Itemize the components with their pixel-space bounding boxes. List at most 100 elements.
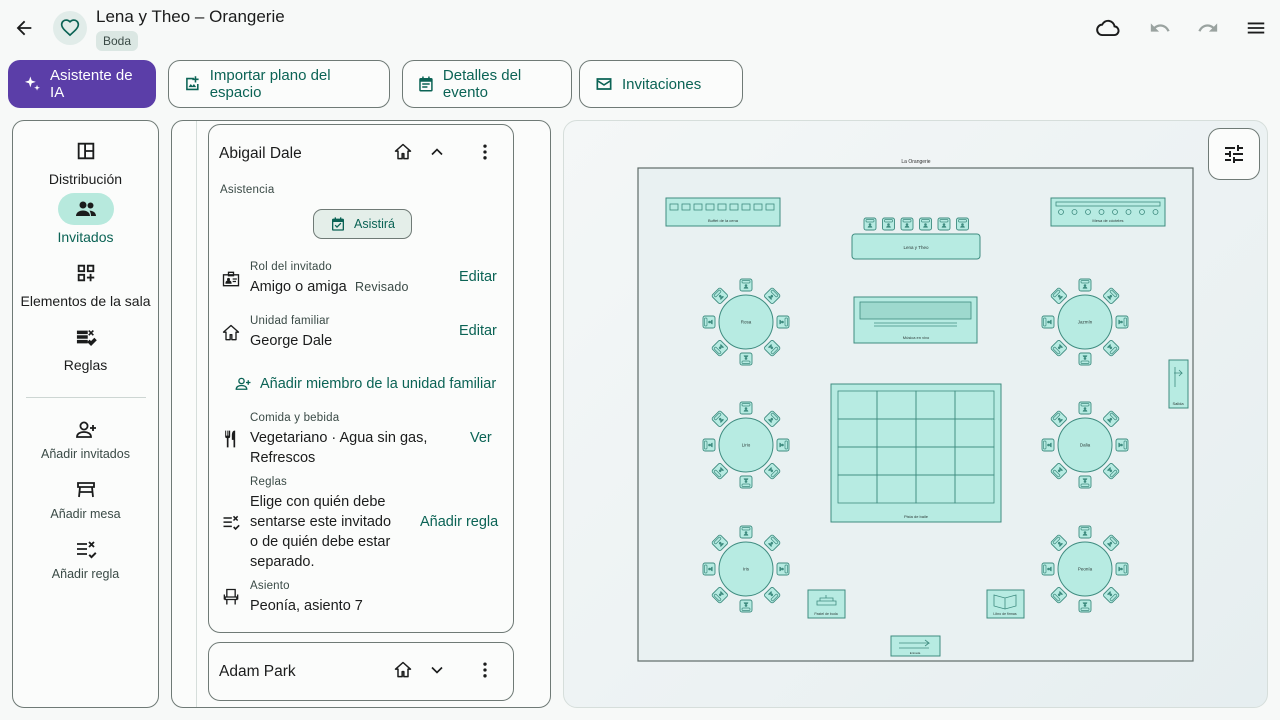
guestbook-element[interactable]: Libro de firmas [986,589,1025,619]
chair-seat[interactable] [1078,352,1092,366]
chair-seat[interactable] [1041,438,1055,452]
chair-seat[interactable] [1078,525,1092,539]
entrance-door[interactable]: Entrada [890,635,941,657]
chair-seat[interactable] [1115,562,1129,576]
restaurant-icon [221,429,241,449]
chair-seat[interactable] [739,475,753,489]
home-icon[interactable] [393,660,417,684]
seat-icon [221,587,241,607]
dance-floor-label: Pista de baile [904,514,929,519]
role-status: Revisado [355,280,409,294]
music-element[interactable]: Música en vivo [853,296,978,344]
chair-seat[interactable] [1115,438,1129,452]
seat-label: Asiento [250,580,290,592]
event-type-badge: Boda [96,31,139,51]
import-floorplan-button[interactable]: Importar plano del espacio [168,60,390,108]
rules-text-line-2: sentarse este invitado [250,514,392,530]
food-value-line-1: Vegetariano · Agua sin gas, [250,430,428,446]
ai-assistant-button[interactable]: Asistente de IA [8,60,156,108]
rules-text-line-3: o de quién debe estar [250,534,391,550]
chair-seat[interactable] [776,315,790,329]
redo-icon[interactable] [1192,12,1224,44]
nav-item-room-elements[interactable]: Elementos de la sala [13,257,158,309]
cake-element[interactable]: Pastel de boda [807,589,846,619]
chair-seat[interactable] [702,315,716,329]
music-label: Música en vivo [903,335,930,340]
dance-floor[interactable]: Pista de baile [830,383,1002,523]
menu-icon[interactable] [1240,12,1272,44]
table-name: Rosa [741,320,752,325]
cake-label: Pastel de boda [814,612,837,616]
nav-item-layout[interactable]: Distribución [13,135,158,187]
calendar-icon [419,76,433,92]
nav-item-rules[interactable]: Reglas [13,321,158,373]
invitations-button[interactable]: Invitaciones [579,60,743,108]
guest-card[interactable]: Adam Park [208,642,514,701]
chair-seat[interactable] [739,352,753,366]
chair-seat[interactable] [702,562,716,576]
back-icon[interactable] [8,12,40,44]
chair-seat[interactable] [739,599,753,613]
rules-text-line-4: separado. [250,554,315,570]
chair-seat[interactable] [1115,315,1129,329]
chair-seat[interactable] [956,217,969,231]
chair-seat[interactable] [1041,315,1055,329]
chair-seat[interactable] [739,525,753,539]
chair-seat[interactable] [900,217,914,231]
table-name: Dalia [1080,443,1091,448]
more-vert-icon[interactable] [475,660,499,684]
exit-door[interactable]: Salida [1168,359,1189,409]
undo-icon[interactable] [1144,12,1176,44]
add-guests-button[interactable]: Añadir invitados [13,417,158,461]
rules-label: Reglas [250,476,287,488]
chair-seat[interactable] [739,401,753,415]
nav-item-guests[interactable]: Invitados [13,193,158,245]
chair-seat[interactable] [1078,401,1092,415]
attendance-chip[interactable]: Asistirá [313,209,412,239]
chair-seat[interactable] [1078,278,1092,292]
ai-assistant-label: Asistente de IA [50,67,133,101]
rules-icon [221,513,241,533]
nav-item-label: Reglas [63,357,108,373]
chair-seat[interactable] [702,438,716,452]
buffet-element[interactable]: Buffet de la cena [665,197,781,227]
floor-plan-canvas[interactable]: La Orangerie Buffet de la cena Lena y Th… [563,120,1268,708]
people-icon [57,193,114,225]
chair-seat[interactable] [1078,475,1092,489]
chair-seat[interactable] [739,278,753,292]
chair-seat[interactable] [776,438,790,452]
add-table-button[interactable]: Añadir mesa [13,477,158,521]
event-details-button[interactable]: Detalles del evento [402,60,572,108]
add-rule-link[interactable]: Añadir regla [420,514,498,530]
chair-seat[interactable] [1041,562,1055,576]
edit-role-link[interactable]: Editar [459,269,497,285]
image-upload-icon [186,76,199,91]
cocktail-element[interactable]: Mesa de cócteles [1050,197,1166,227]
chair-seat[interactable] [863,217,877,231]
chair-seat[interactable] [919,217,932,231]
chevron-up-icon[interactable] [427,142,451,166]
edit-household-link[interactable]: Editar [459,323,497,339]
add-rule-button[interactable]: Añadir regla [13,537,158,581]
buffet-label: Buffet de la cena [708,218,739,223]
home-icon[interactable] [393,142,417,166]
app-header: Lena y Theo – Orangerie Boda [0,0,1280,56]
favorite-heart-icon[interactable] [53,11,87,45]
guest-name: Adam Park [219,663,296,680]
seat-value: Peonía, asiento 7 [250,598,363,614]
chair-seat[interactable] [882,217,895,231]
head-table-label: Lena y Theo [904,245,929,250]
chevron-down-icon[interactable] [427,660,451,684]
floor-plan-svg[interactable]: La Orangerie Buffet de la cena Lena y Th… [564,121,1269,709]
cloud-sync-icon[interactable] [1092,12,1124,44]
chair-seat[interactable] [937,217,951,231]
table-name: Peonía [1078,567,1093,572]
view-food-link[interactable]: Ver [470,430,492,446]
add-household-member-button[interactable]: Añadir miembro de la unidad familiar [234,375,496,393]
chair-seat[interactable] [1078,599,1092,613]
chair-seat[interactable] [776,562,790,576]
add-guests-label: Añadir invitados [41,447,130,461]
tune-settings-icon[interactable] [1208,128,1260,180]
guestbook-label: Libro de firmas [993,612,1016,616]
more-vert-icon[interactable] [475,142,499,166]
